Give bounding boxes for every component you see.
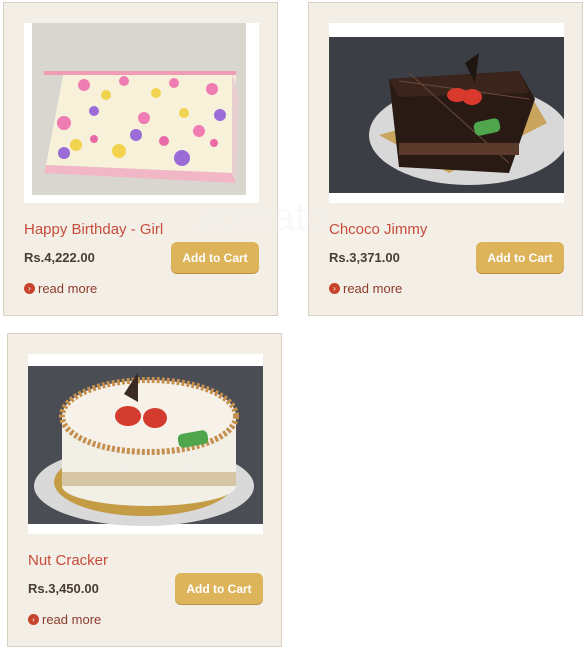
add-to-cart-button[interactable]: Add to Cart	[171, 242, 259, 273]
product-title[interactable]: Happy Birthday - Girl	[24, 221, 163, 238]
product-card-happy-birthday-girl: Happy Birthday - Girl Rs.4,222.00 Add to…	[3, 2, 278, 316]
add-to-cart-button[interactable]: Add to Cart	[175, 573, 263, 604]
read-more-link[interactable]: › read more	[329, 281, 402, 296]
read-more-label: read more	[42, 612, 102, 627]
read-more-link[interactable]: › read more	[28, 612, 101, 627]
cake-birthday-girl-image	[24, 23, 259, 203]
add-to-cart-button[interactable]: Add to Cart	[476, 242, 564, 273]
product-title[interactable]: Nut Cracker	[28, 552, 108, 569]
product-price: Rs.3,450.00	[28, 581, 99, 596]
product-price: Rs.3,371.00	[329, 250, 400, 265]
product-card-chcoco-jimmy: Chcoco Jimmy Rs.3,371.00 Add to Cart › r…	[308, 2, 583, 316]
read-more-label: read more	[343, 281, 403, 296]
chevron-right-icon: ›	[28, 614, 39, 625]
product-image[interactable]	[24, 23, 259, 203]
read-more-link[interactable]: › read more	[24, 281, 97, 296]
cake-nut-cracker-image	[28, 354, 263, 534]
cake-chocolate-image	[329, 23, 564, 203]
product-image[interactable]	[329, 23, 564, 203]
product-grid: Happy Birthday - Girl Rs.4,222.00 Add to…	[0, 0, 585, 650]
read-more-label: read more	[38, 281, 98, 296]
chevron-right-icon: ›	[24, 283, 35, 294]
product-title[interactable]: Chcoco Jimmy	[329, 221, 427, 238]
chevron-right-icon: ›	[329, 283, 340, 294]
product-card-nut-cracker: Nut Cracker Rs.3,450.00 Add to Cart › re…	[7, 333, 282, 647]
product-price: Rs.4,222.00	[24, 250, 95, 265]
product-image[interactable]	[28, 354, 263, 534]
